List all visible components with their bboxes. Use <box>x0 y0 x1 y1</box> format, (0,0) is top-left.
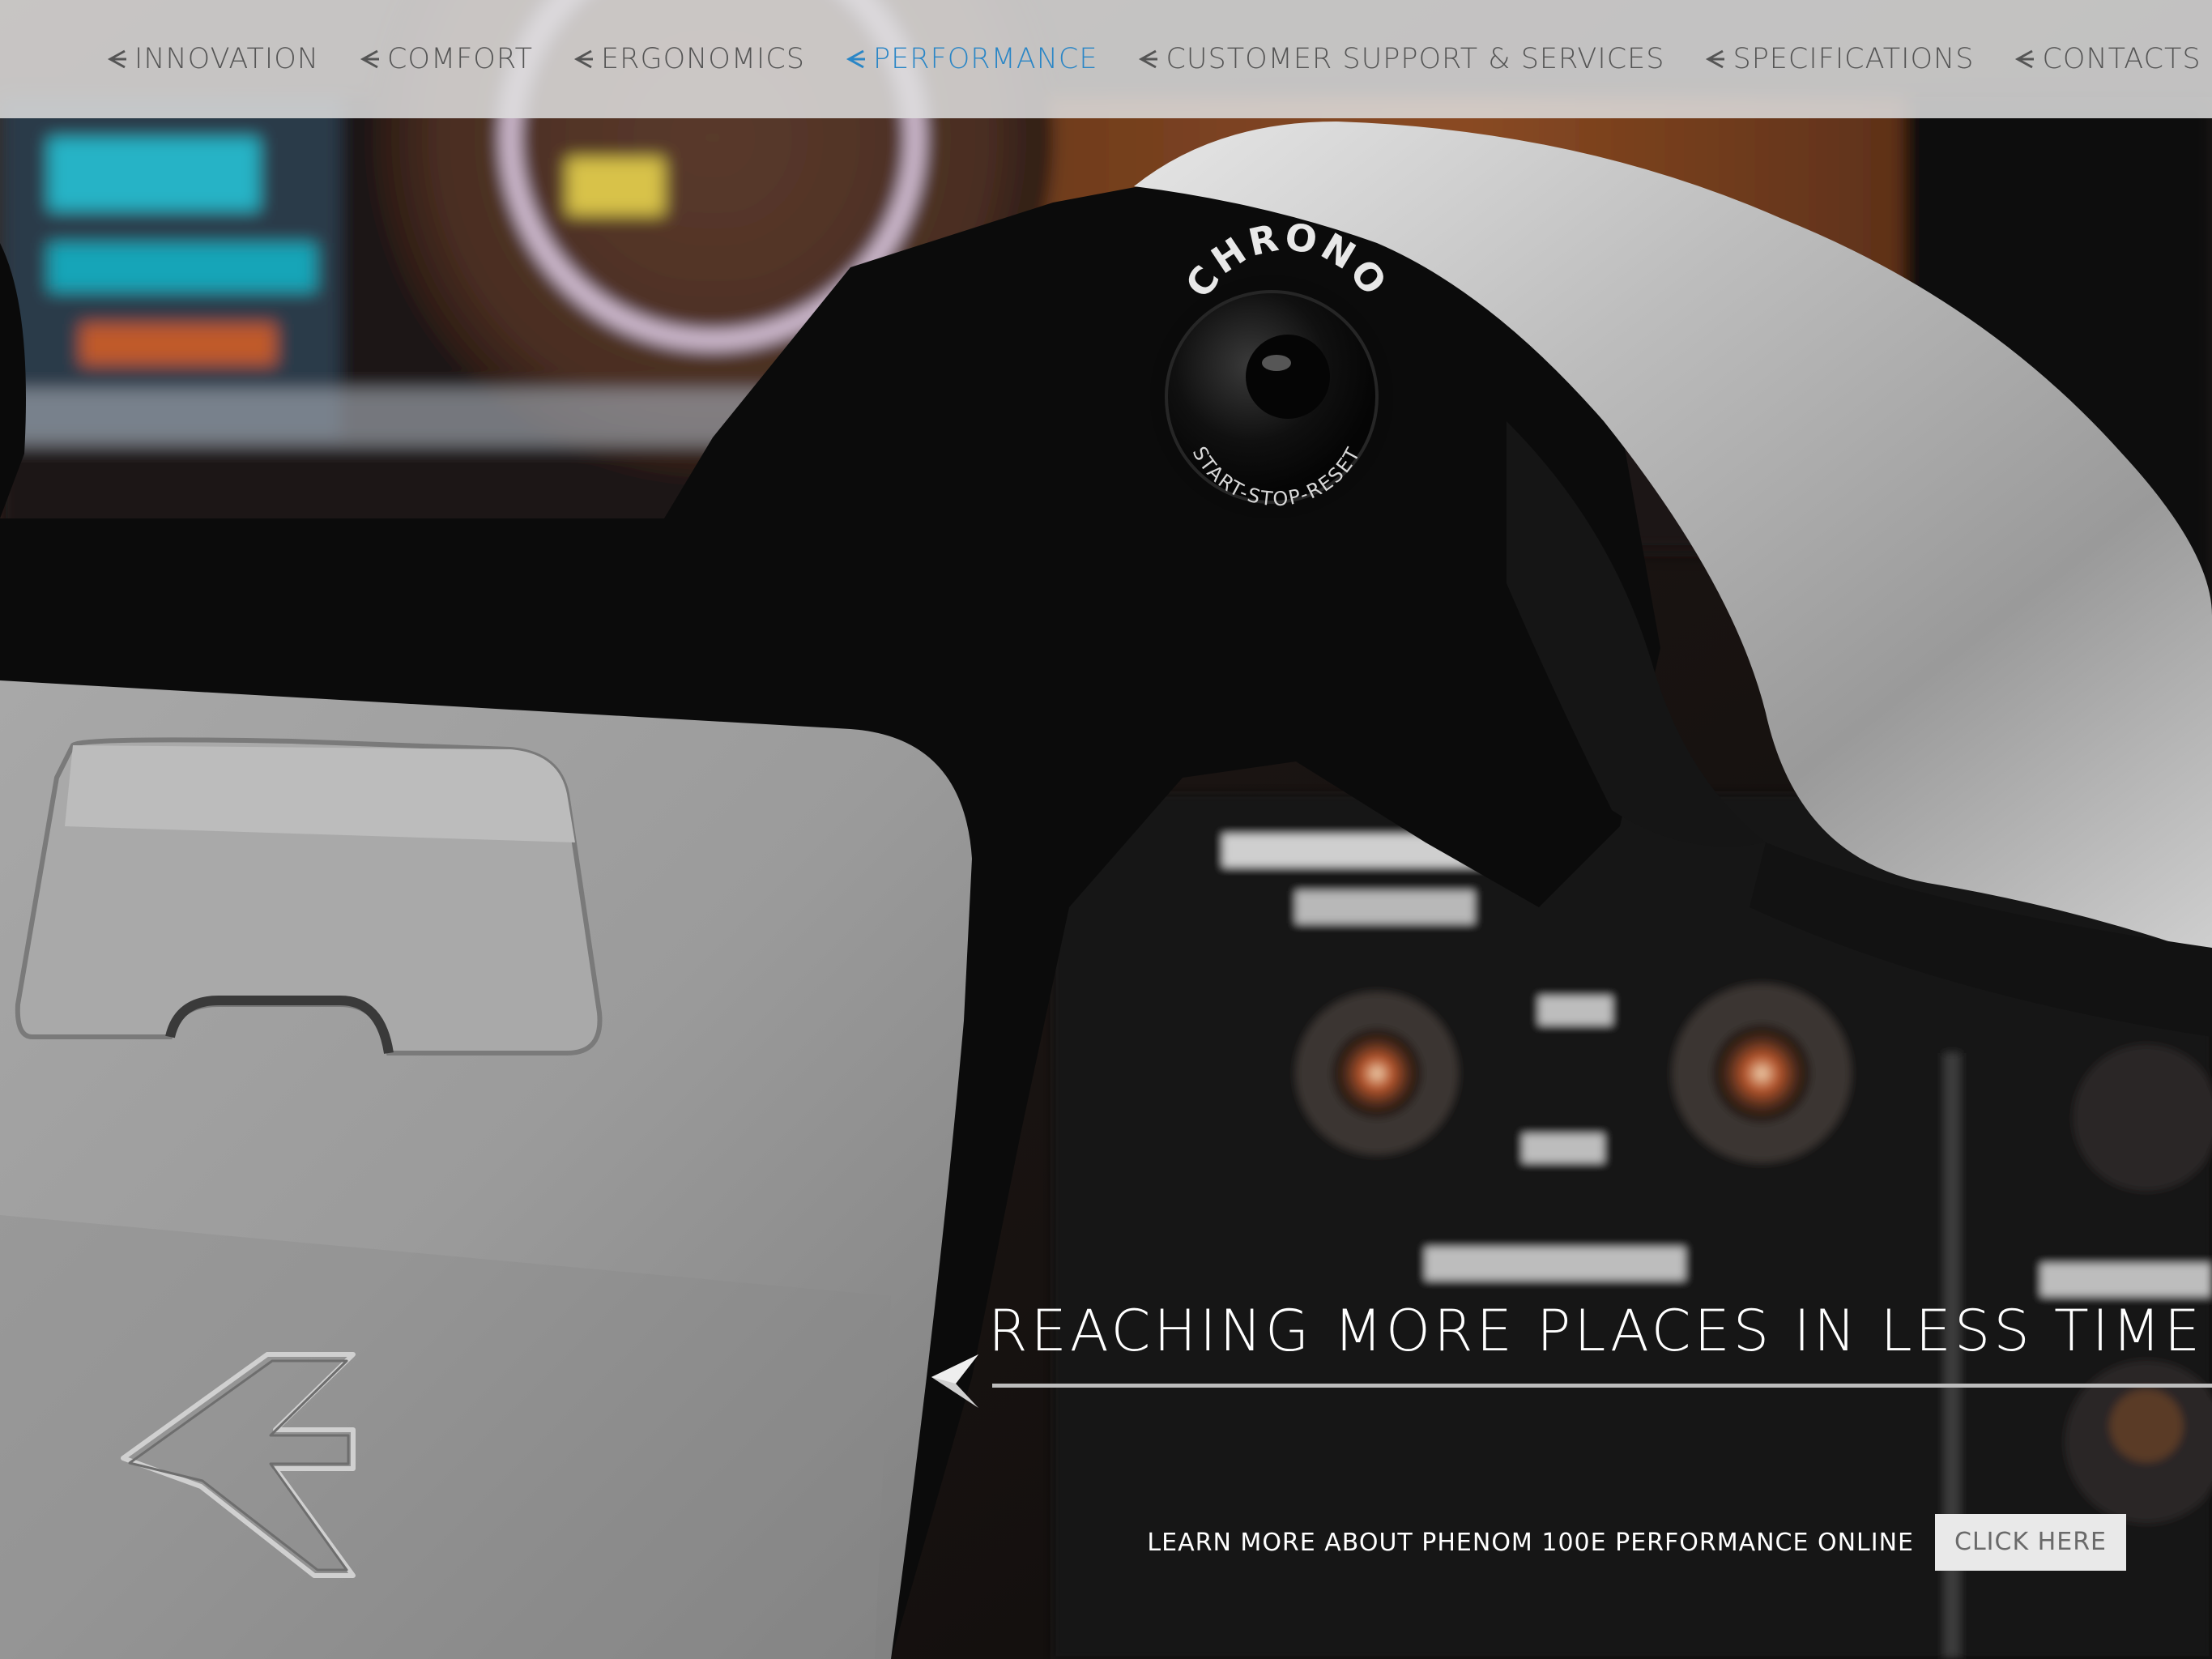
nav-label: CONTACTS <box>2042 43 2201 75</box>
nav-label: PERFORMANCE <box>873 43 1098 75</box>
page: CHRONO START-STOP-RESET INNOVATION COMFO… <box>0 0 2212 1659</box>
cta-text: LEARN MORE ABOUT PHENOM 100E PERFORMANCE… <box>1147 1528 1915 1557</box>
click-here-button[interactable]: CLICK HERE <box>1935 1514 2126 1571</box>
chevron-arrow-icon <box>931 1354 978 1408</box>
nav-item-performance[interactable]: PERFORMANCE <box>842 43 1097 75</box>
nav-label: SPECIFICATIONS <box>1733 43 1975 75</box>
nav-item-customer-support[interactable]: CUSTOMER SUPPORT & SERVICES <box>1135 43 1664 75</box>
chevron-left-icon <box>2015 49 2035 69</box>
chevron-left-icon <box>1139 49 1158 69</box>
top-navigation: INNOVATION COMFORT ERGONOMICS PERFORMANC… <box>0 0 2212 118</box>
headline-divider <box>992 1384 2212 1388</box>
hero-headline-block: REACHING MORE PLACES IN LESS TIME <box>915 1298 2212 1408</box>
nav-label: ERGONOMICS <box>601 43 806 75</box>
nav-item-contacts[interactable]: CONTACTS <box>2011 43 2201 75</box>
hero-headline: REACHING MORE PLACES IN LESS TIME <box>988 1298 2204 1364</box>
nav-label: COMFORT <box>386 43 534 75</box>
chevron-left-icon <box>1706 49 1725 69</box>
nav-item-innovation[interactable]: INNOVATION <box>104 43 319 75</box>
chevron-left-icon <box>846 49 866 69</box>
nav-item-specifications[interactable]: SPECIFICATIONS <box>1702 43 1974 75</box>
nav-label: INNOVATION <box>134 43 319 75</box>
nav-label: CUSTOMER SUPPORT & SERVICES <box>1166 43 1665 75</box>
hero-photo: CHRONO START-STOP-RESET <box>0 0 2212 1659</box>
cta-row: LEARN MORE ABOUT PHENOM 100E PERFORMANCE… <box>1147 1514 2126 1571</box>
chevron-left-icon <box>107 49 126 69</box>
nav-item-ergonomics[interactable]: ERGONOMICS <box>570 43 805 75</box>
nav-item-comfort[interactable]: COMFORT <box>356 43 533 75</box>
chevron-left-icon <box>573 49 594 69</box>
chevron-left-icon <box>360 49 379 69</box>
